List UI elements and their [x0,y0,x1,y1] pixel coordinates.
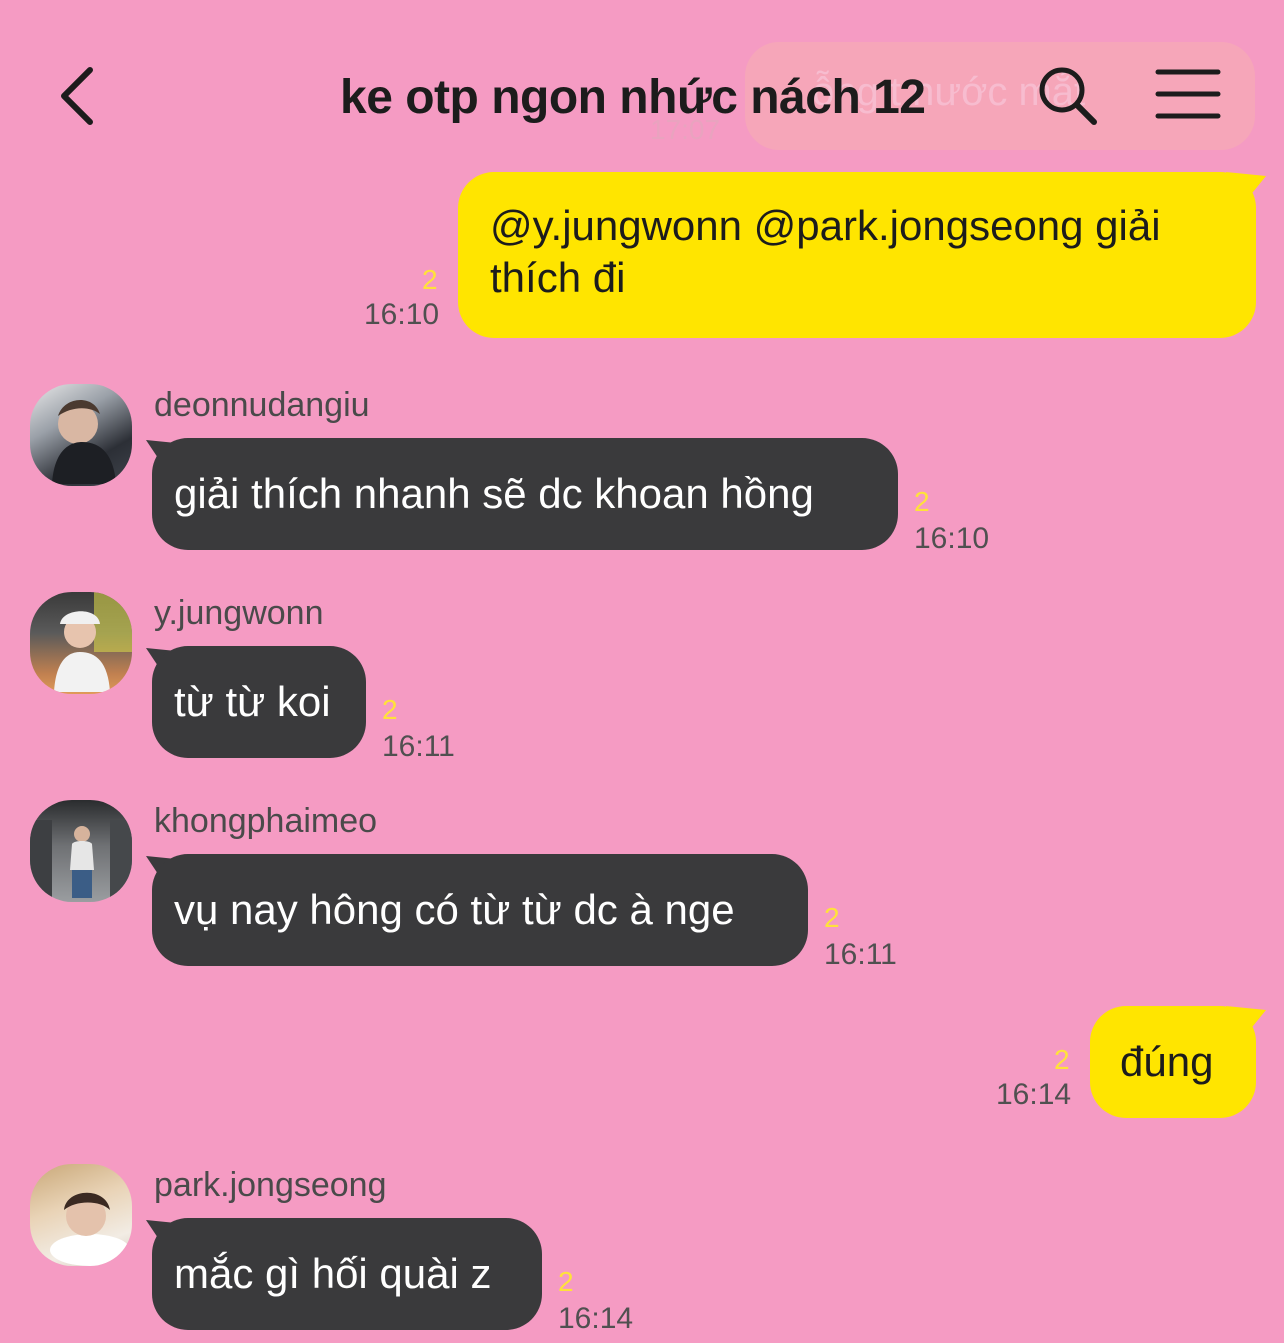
back-button[interactable] [52,60,112,132]
message-text: từ từ koi [174,678,331,725]
message-text-line: thích đi [490,254,626,301]
search-button[interactable] [1036,64,1100,128]
message-bubble[interactable]: giải thích nhanh sẽ dc khoan hồng [152,438,898,550]
message-text: giải thích nhanh sẽ dc khoan hồng [174,470,814,517]
avatar-photo [52,399,116,484]
sender-name: deonnudangiu [154,386,370,424]
menu-button[interactable] [1154,66,1222,122]
bubble-tail [1226,1006,1266,1042]
message-text-line: @y.jungwonn @park.jongseong giải [490,202,1161,249]
sender-name: park.jongseong [154,1166,387,1204]
unread-count: 2 [824,902,840,933]
message-bubble[interactable]: vụ nay hông có từ từ dc à nge [152,854,808,966]
chat-title: ke otp ngon nhức nách 12 [340,71,926,124]
unread-count: 2 [914,486,930,517]
sender-name: khongphaimeo [154,802,378,840]
message-time: 16:10 [914,522,990,555]
unread-count: 2 [422,264,438,295]
message-time: 16:11 [824,938,897,971]
avatar-photo [54,592,132,692]
message-text: vụ nay hông có từ từ dc à nge [174,886,735,933]
bubble-tail [1226,172,1266,208]
message-bubble[interactable]: @y.jungwonn @park.jongseong giải thích đ… [458,172,1256,338]
message-bubble[interactable]: mắc gì hối quài z [152,1218,542,1330]
message-text: mắc gì hối quài z [174,1250,492,1297]
avatar[interactable] [30,592,132,694]
avatar[interactable] [30,1164,132,1266]
message-time: 16:14 [996,1078,1072,1111]
search-icon [1039,67,1097,125]
hamburger-menu-icon [1155,69,1221,119]
message-bubble[interactable]: từ từ koi [152,646,366,758]
avatar-photo [30,820,132,902]
unread-count: 2 [558,1266,574,1297]
unread-count: 2 [1054,1044,1070,1075]
avatar-photo [50,1192,130,1266]
message-time: 16:10 [364,298,440,331]
message-text: đúng [1120,1038,1214,1085]
message-time: 16:11 [382,730,455,763]
avatar[interactable] [30,800,132,902]
sender-name: y.jungwonn [154,594,324,632]
chevron-left-icon [61,67,93,125]
unread-count: 2 [382,694,398,725]
message-time: 16:14 [558,1302,634,1335]
avatar[interactable] [30,384,132,486]
